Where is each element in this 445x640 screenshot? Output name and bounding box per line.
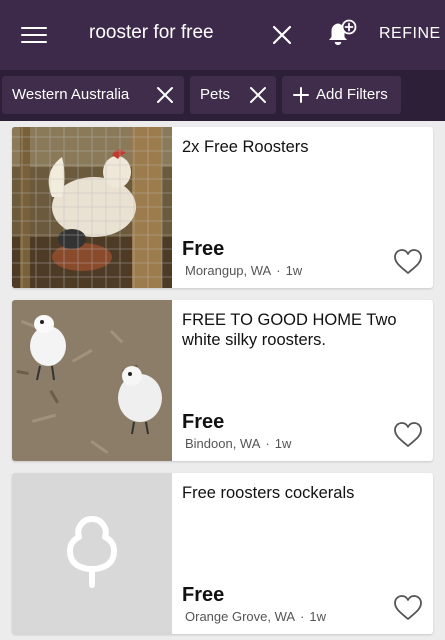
listing-title[interactable]: Free roosters cockerals bbox=[182, 483, 422, 503]
heart-outline-icon[interactable] bbox=[393, 421, 423, 449]
filter-chip-label: Pets bbox=[200, 86, 231, 103]
listing-photo-placeholder bbox=[12, 473, 172, 634]
listing-location: Orange Grove, WA bbox=[185, 609, 296, 624]
hamburger-menu-icon[interactable] bbox=[14, 20, 54, 50]
filter-bar: Western Australia Pets Add Filters bbox=[0, 70, 445, 121]
listing-photo bbox=[12, 127, 172, 288]
listing-title[interactable]: 2x Free Roosters bbox=[182, 137, 422, 157]
listing-meta: Morangup, WA · 1w bbox=[185, 263, 302, 278]
listing-age: 1w bbox=[285, 263, 303, 278]
add-filters-button[interactable]: Add Filters bbox=[282, 76, 401, 114]
listing-title[interactable]: FREE TO GOOD HOME Two white silky rooste… bbox=[182, 310, 422, 350]
listing-card[interactable]: 2x Free Roosters Free Morangup, WA · 1w bbox=[12, 127, 433, 288]
listing-price: Free bbox=[182, 584, 225, 606]
listing-age: 1w bbox=[309, 609, 327, 624]
listing-card[interactable]: Free roosters cockerals Free Orange Grov… bbox=[12, 473, 433, 634]
filter-chip-location[interactable]: Western Australia bbox=[2, 76, 184, 114]
separator-dot: · bbox=[265, 436, 270, 451]
filter-chip-label: Western Australia bbox=[12, 86, 130, 103]
app-header: rooster for free REFINE bbox=[0, 0, 445, 70]
listing-photo bbox=[12, 300, 172, 461]
bell-add-icon[interactable] bbox=[322, 18, 358, 50]
listing-location: Morangup, WA bbox=[185, 263, 272, 278]
separator-dot: · bbox=[300, 609, 305, 624]
separator-dot: · bbox=[276, 263, 281, 278]
heart-outline-icon[interactable] bbox=[393, 248, 423, 276]
refine-button[interactable]: REFINE bbox=[379, 25, 441, 43]
listing-age: 1w bbox=[274, 436, 292, 451]
filter-chip-category[interactable]: Pets bbox=[190, 76, 276, 114]
add-filters-label: Add Filters bbox=[316, 86, 388, 103]
plus-icon bbox=[292, 86, 310, 104]
listing-price: Free bbox=[182, 238, 225, 260]
close-icon[interactable] bbox=[155, 85, 175, 105]
listing-price: Free bbox=[182, 411, 225, 433]
listing-card[interactable]: FREE TO GOOD HOME Two white silky rooste… bbox=[12, 300, 433, 461]
heart-outline-icon[interactable] bbox=[393, 594, 423, 622]
listing-meta: Orange Grove, WA · 1w bbox=[185, 609, 326, 624]
listing-location: Bindoon, WA bbox=[185, 436, 261, 451]
listing-meta: Bindoon, WA · 1w bbox=[185, 436, 291, 451]
search-query[interactable]: rooster for free bbox=[89, 22, 214, 44]
close-icon[interactable] bbox=[248, 85, 268, 105]
clear-search-icon[interactable] bbox=[268, 21, 296, 49]
